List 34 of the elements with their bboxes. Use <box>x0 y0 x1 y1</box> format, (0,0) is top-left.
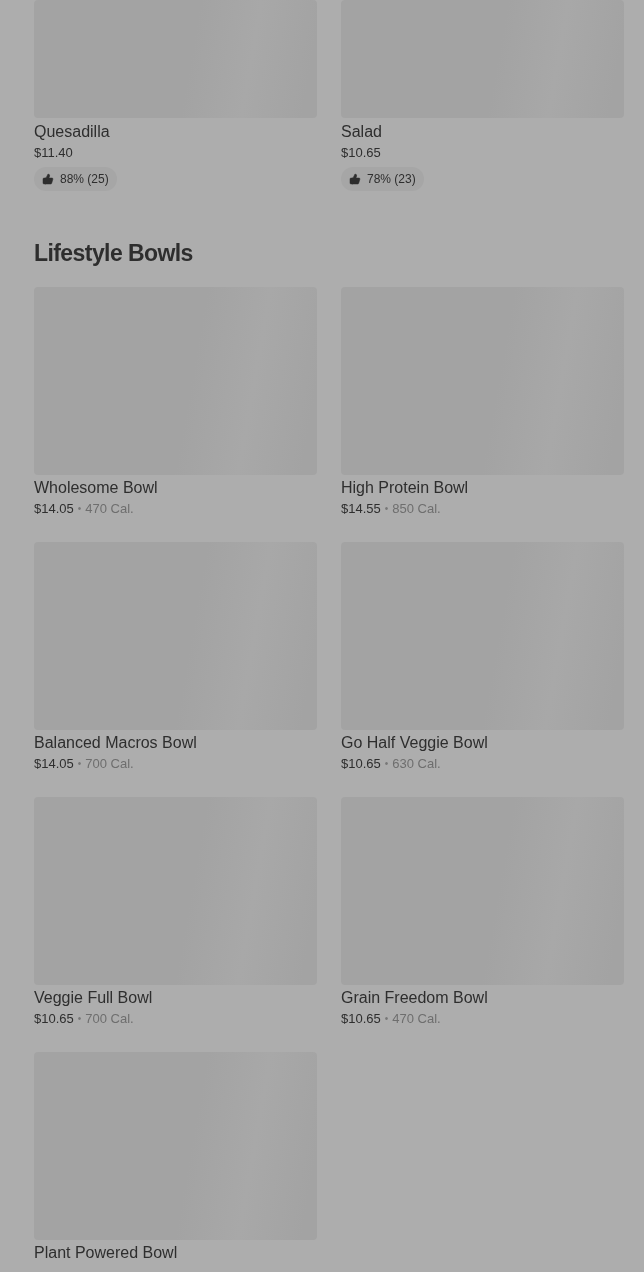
item-price: $14.05 <box>34 756 74 772</box>
thumbs-up-icon <box>42 173 54 185</box>
item-calories: 470 Cal. <box>85 501 134 517</box>
item-calories: 470 Cal. <box>392 1011 441 1027</box>
item-name: Wholesome Bowl <box>34 478 159 498</box>
item-calories: 700 Cal. <box>85 1011 134 1027</box>
item-calories: 630 Cal. <box>392 756 441 772</box>
item-price: $14.55 <box>341 501 381 517</box>
separator-dot: • <box>384 1012 389 1026</box>
separator-dot: • <box>384 502 389 516</box>
item-name: Balanced Macros Bowl <box>34 733 198 753</box>
separator-dot: • <box>77 757 82 771</box>
item-name: Grain Freedom Bowl <box>341 988 489 1008</box>
item-price: $10.65 <box>341 1011 381 1027</box>
section-title: Lifestyle Bowls <box>34 239 194 267</box>
thumbs-up-icon <box>349 173 361 185</box>
item-name: Plant Powered Bowl <box>34 1243 179 1263</box>
item-name: Salad <box>341 122 383 142</box>
item-name: Veggie Full Bowl <box>34 988 154 1008</box>
item-name: Go Half Veggie Bowl <box>341 733 489 753</box>
item-price: $11.40 <box>34 145 74 161</box>
separator-dot: • <box>77 1012 82 1026</box>
item-price: $14.05 <box>34 501 74 517</box>
separator-dot: • <box>384 757 389 771</box>
item-price: $10.65 <box>34 1011 74 1027</box>
separator-dot: • <box>77 502 82 516</box>
item-price: $10.65 <box>341 756 381 772</box>
item-calories: 850 Cal. <box>392 501 441 517</box>
rating-text: 88% (25) <box>60 171 109 188</box>
item-name: High Protein Bowl <box>341 478 470 498</box>
item-calories: 700 Cal. <box>85 756 134 772</box>
item-price: $10.65 <box>341 145 382 161</box>
item-name: Quesadilla <box>34 122 111 142</box>
rating-text: 78% (23) <box>367 171 416 188</box>
